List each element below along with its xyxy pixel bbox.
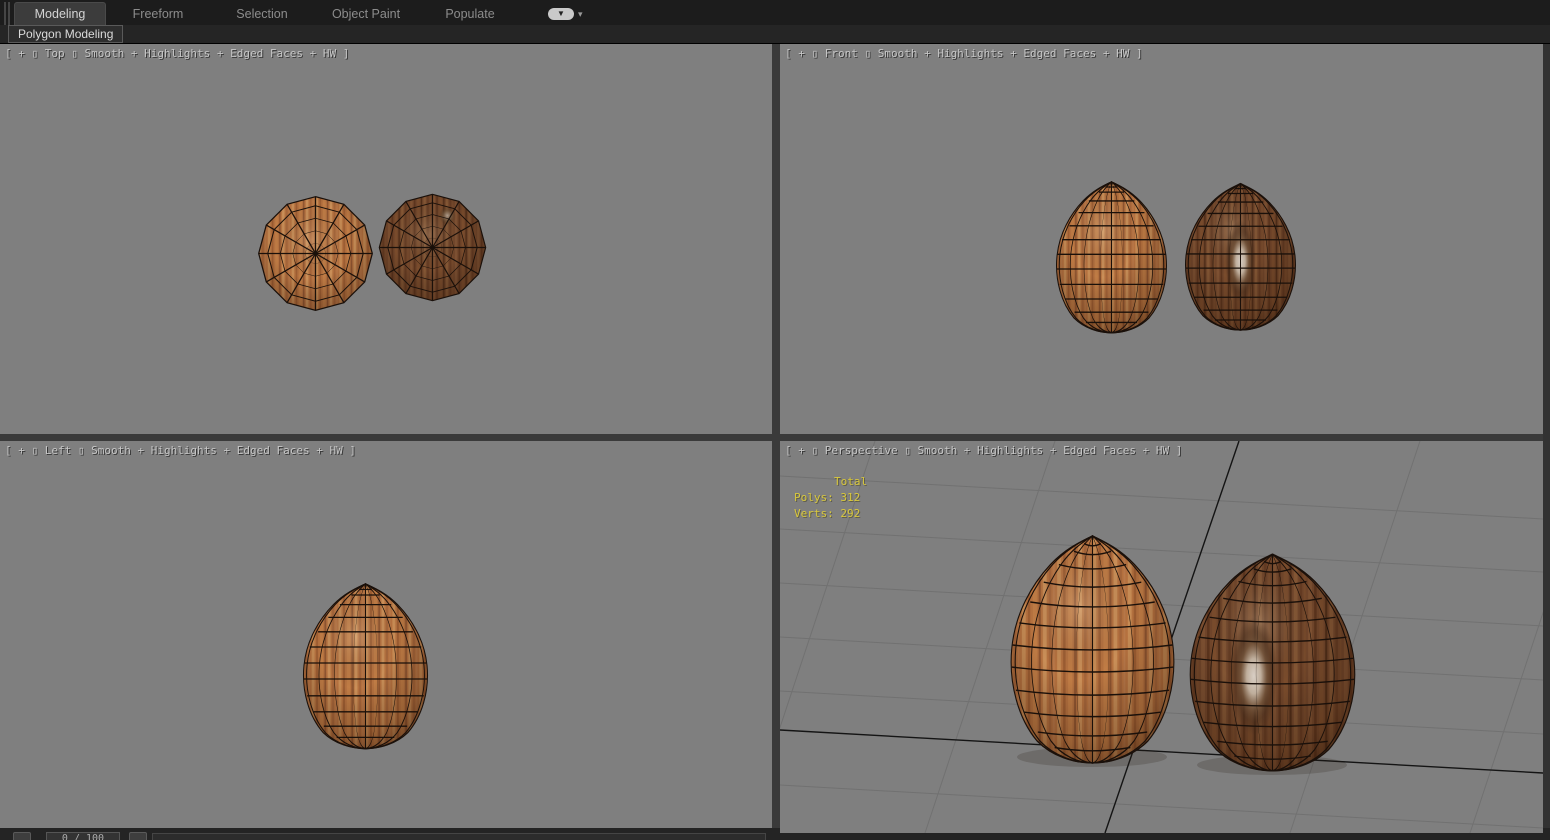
viewport-left-label[interactable]: [ + ▯ Left ▯ Smooth + Highlights + Edged… [5, 444, 356, 457]
viewport-perspective-label[interactable]: [ + ▯ Perspective ▯ Smooth + Highlights … [785, 444, 1182, 457]
viewport-top[interactable]: [ + ▯ Top ▯ Smooth + Highlights + Edged … [0, 44, 772, 434]
viewport-splitter-horizontal[interactable] [0, 434, 1543, 441]
hazelnut-light-top-view[interactable] [253, 191, 378, 316]
timeline-track[interactable] [152, 833, 766, 840]
viewport-top-label[interactable]: [ + ▯ Top ▯ Smooth + Highlights + Edged … [5, 47, 349, 60]
tab-freeform[interactable]: Freeform [106, 3, 210, 25]
hazelnut-left-view[interactable] [295, 573, 436, 761]
hazelnut-dark-front-view[interactable] [1178, 174, 1303, 341]
viewport-perspective[interactable]: [ + ▯ Perspective ▯ Smooth + Highlights … [780, 441, 1543, 833]
hazelnut-dark-perspective-view[interactable] [1179, 540, 1366, 787]
timeline-frame-display: 0 / 100 [46, 832, 120, 840]
viewport-left[interactable]: [ + ▯ Left ▯ Smooth + Highlights + Edged… [0, 441, 772, 828]
stats-verts: Verts: 292 [794, 507, 861, 520]
hazelnut-dark-top-view[interactable] [374, 189, 491, 306]
hazelnut-light-perspective-view[interactable] [1000, 521, 1185, 780]
tab-populate[interactable]: Populate [418, 3, 522, 25]
tab-object-paint[interactable]: Object Paint [314, 3, 418, 25]
stats-polys: Polys: 312 [794, 491, 861, 504]
minimize-ribbon-button[interactable]: ▼ ▾ [548, 3, 583, 25]
ribbon: Modeling Freeform Selection Object Paint… [0, 0, 1550, 44]
viewport-front[interactable]: [ + ▯ Front ▯ Smooth + Highlights + Edge… [780, 44, 1543, 434]
ribbon-panel-row: Polygon Modeling [0, 25, 1550, 43]
timeline-next-key-button[interactable] [129, 832, 147, 840]
chevron-down-icon[interactable]: ▾ [578, 9, 583, 20]
panel-tab-polygon-modeling[interactable]: Polygon Modeling [8, 25, 124, 43]
hazelnut-light-front-view[interactable] [1049, 172, 1174, 344]
viewport-front-label[interactable]: [ + ▯ Front ▯ Smooth + Highlights + Edge… [785, 47, 1143, 60]
nut-scar-spot [1230, 617, 1278, 735]
wireframe [378, 193, 487, 302]
tab-selection[interactable]: Selection [210, 3, 314, 25]
timeline-prev-key-button[interactable] [13, 832, 31, 840]
minimize-ribbon-icon: ▼ [548, 8, 574, 20]
ribbon-tabs: Modeling Freeform Selection Object Paint… [14, 0, 583, 25]
wireframe [258, 196, 373, 311]
right-edge-strip [1543, 44, 1550, 833]
stats-total-label: Total [834, 475, 868, 488]
tab-modeling[interactable]: Modeling [14, 2, 106, 25]
